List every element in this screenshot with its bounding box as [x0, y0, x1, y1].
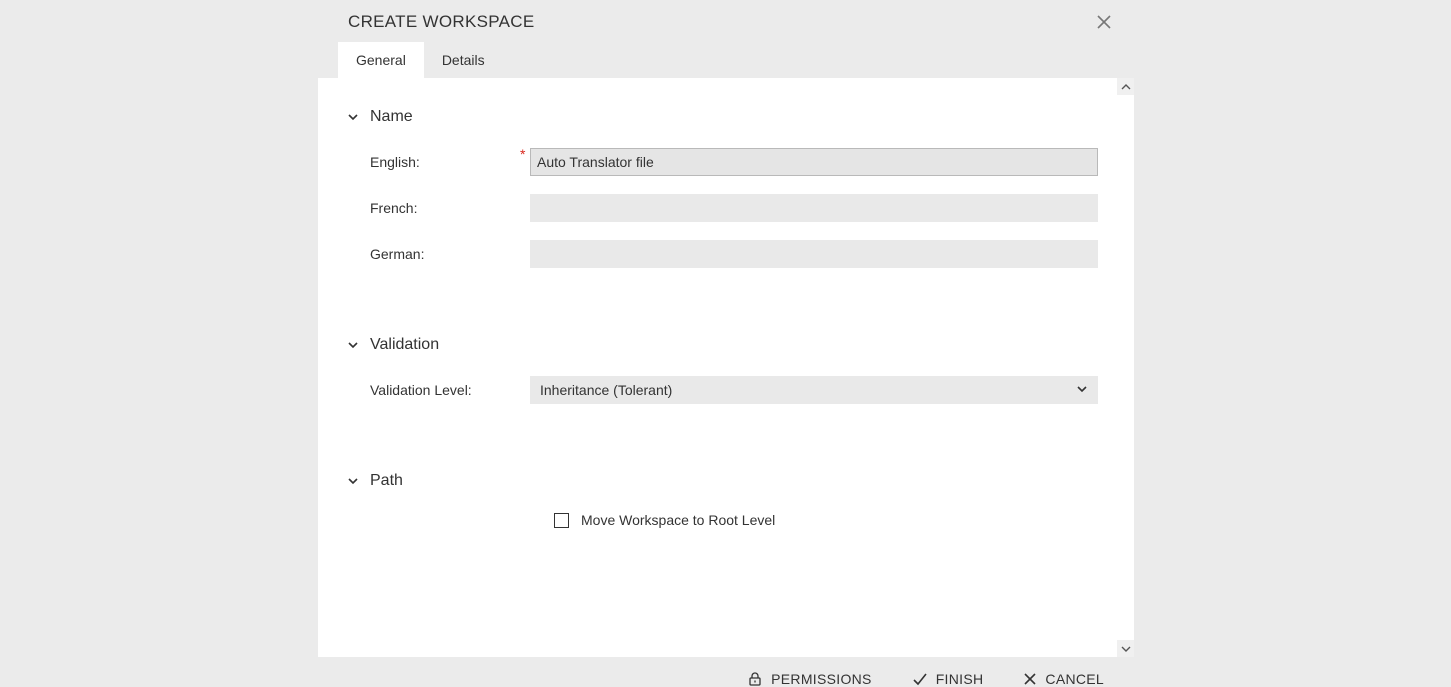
field-row-german: German:: [346, 240, 1098, 268]
scroll-down-icon[interactable]: [1117, 640, 1134, 657]
select-value: Inheritance (Tolerant): [540, 382, 672, 398]
section-header-path[interactable]: Path: [346, 472, 1098, 490]
section-header-validation[interactable]: Validation: [346, 336, 1098, 354]
chevron-down-icon: [346, 474, 360, 488]
tab-details[interactable]: Details: [424, 42, 503, 78]
tab-general[interactable]: General: [338, 42, 424, 78]
label-french: French:: [370, 200, 530, 216]
button-label: PERMISSIONS: [771, 671, 872, 687]
button-label: FINISH: [936, 671, 984, 687]
label-german: German:: [370, 246, 530, 262]
close-icon: [1097, 15, 1111, 29]
scroll-up-icon[interactable]: [1117, 78, 1134, 95]
dialog-title: CREATE WORKSPACE: [348, 12, 534, 32]
section-title: Name: [370, 108, 413, 126]
field-row-english: English: *: [346, 148, 1098, 176]
required-indicator: *: [520, 146, 525, 162]
dialog-content[interactable]: Name English: * French: German:: [318, 78, 1134, 657]
chevron-down-icon: [346, 110, 360, 124]
label-validation-level: Validation Level:: [370, 382, 530, 398]
chevron-down-icon: [346, 338, 360, 352]
close-button[interactable]: [1092, 10, 1116, 34]
checkbox-row-move-root: Move Workspace to Root Level: [346, 512, 1098, 528]
input-german[interactable]: [530, 240, 1098, 268]
close-icon: [1023, 672, 1037, 686]
field-row-french: French:: [346, 194, 1098, 222]
cancel-button[interactable]: CANCEL: [1023, 671, 1104, 687]
checkbox-label: Move Workspace to Root Level: [581, 512, 775, 528]
content-wrap: Name English: * French: German:: [318, 78, 1134, 657]
create-workspace-dialog: CREATE WORKSPACE General Details Name En…: [318, 0, 1134, 687]
chevron-down-icon: [1076, 382, 1088, 398]
tab-bar: General Details: [318, 42, 1134, 78]
section-header-name[interactable]: Name: [346, 108, 1098, 126]
select-validation-level[interactable]: Inheritance (Tolerant): [530, 376, 1098, 404]
button-label: CANCEL: [1045, 671, 1104, 687]
section-title: Validation: [370, 336, 439, 354]
dialog-footer: PERMISSIONS FINISH CANCEL: [318, 657, 1134, 687]
field-row-validation-level: Validation Level: Inheritance (Tolerant): [346, 376, 1098, 404]
checkbox-move-root[interactable]: [554, 513, 569, 528]
input-french[interactable]: [530, 194, 1098, 222]
label-english: English:: [370, 154, 530, 170]
dialog-header: CREATE WORKSPACE: [318, 0, 1134, 42]
section-title: Path: [370, 472, 403, 490]
input-english[interactable]: [530, 148, 1098, 176]
check-icon: [912, 671, 928, 687]
permissions-button[interactable]: PERMISSIONS: [747, 671, 872, 687]
lock-icon: [747, 671, 763, 687]
finish-button[interactable]: FINISH: [912, 671, 984, 687]
